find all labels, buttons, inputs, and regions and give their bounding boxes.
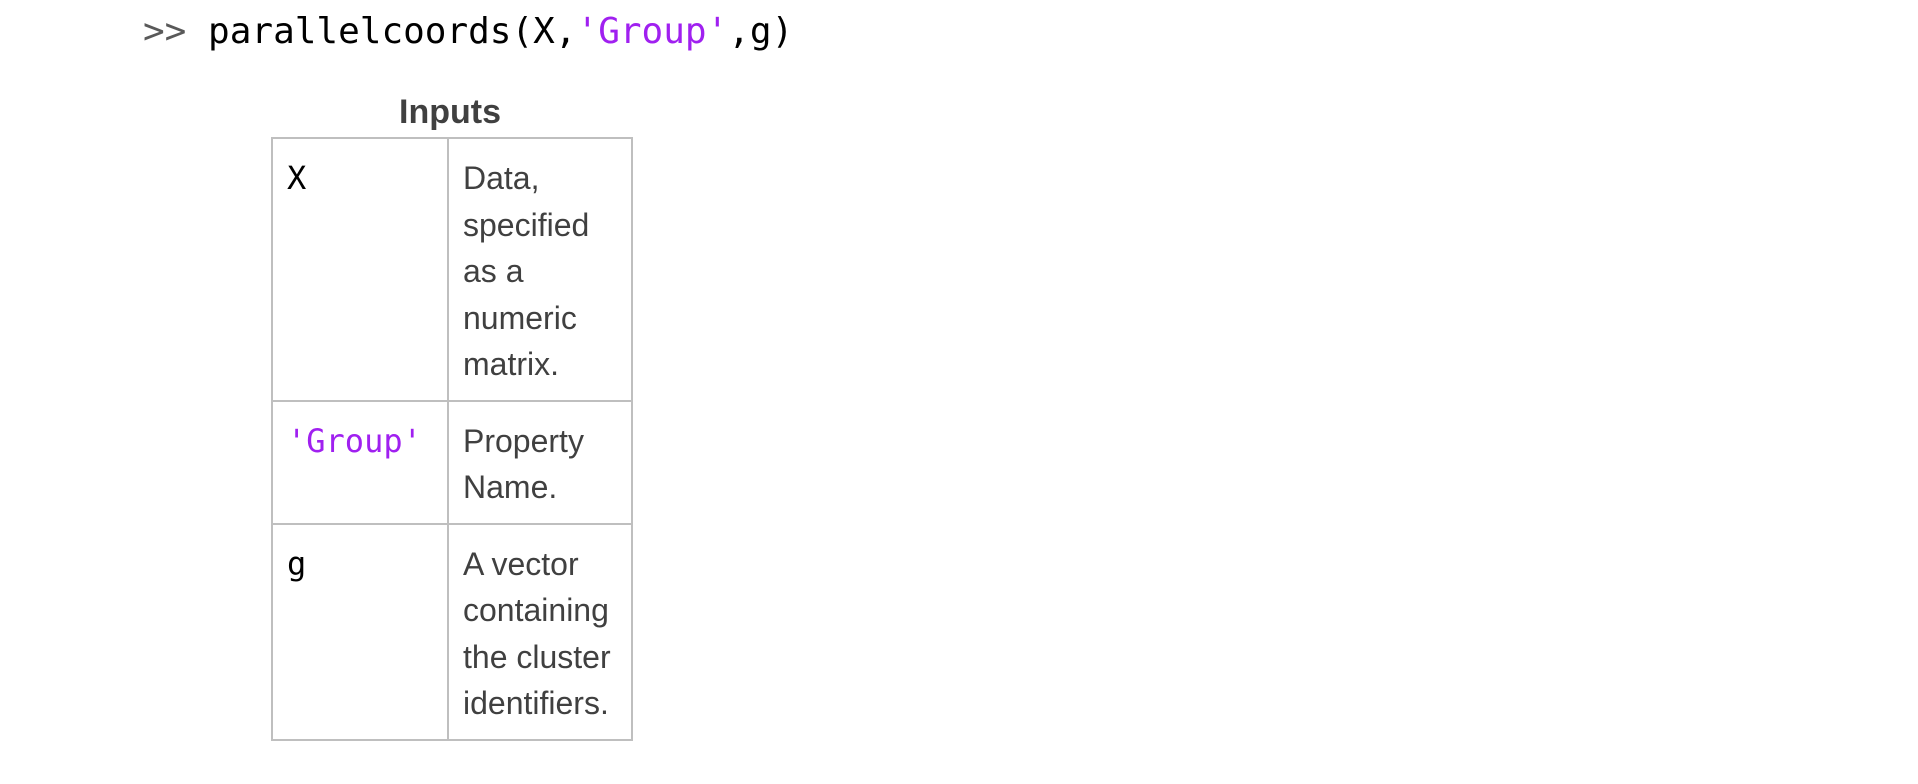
inputs-table: X Data, specified as a numeric matrix. '… [271,137,633,741]
table-row: X Data, specified as a numeric matrix. [271,137,633,402]
argument-description: A vector containing the cluster identifi… [447,522,633,741]
argument-name: 'Group' [271,399,449,525]
argument-name: X [271,137,449,402]
command-tail: ,g) [728,11,794,52]
argument-name: g [271,522,449,741]
table-row: 'Group' Property Name. [271,399,633,525]
table-row: g A vector containing the cluster identi… [271,522,633,741]
command-line: >> parallelcoords(X,'Group',g) [143,10,793,54]
command-string-argument: 'Group' [576,11,729,52]
argument-description: Data, specified as a numeric matrix. [447,137,633,402]
argument-description: Property Name. [447,399,633,525]
command-prompt: >> [143,11,187,52]
command-function: parallelcoords(X, [208,11,577,52]
table-caption: Inputs [399,93,501,131]
